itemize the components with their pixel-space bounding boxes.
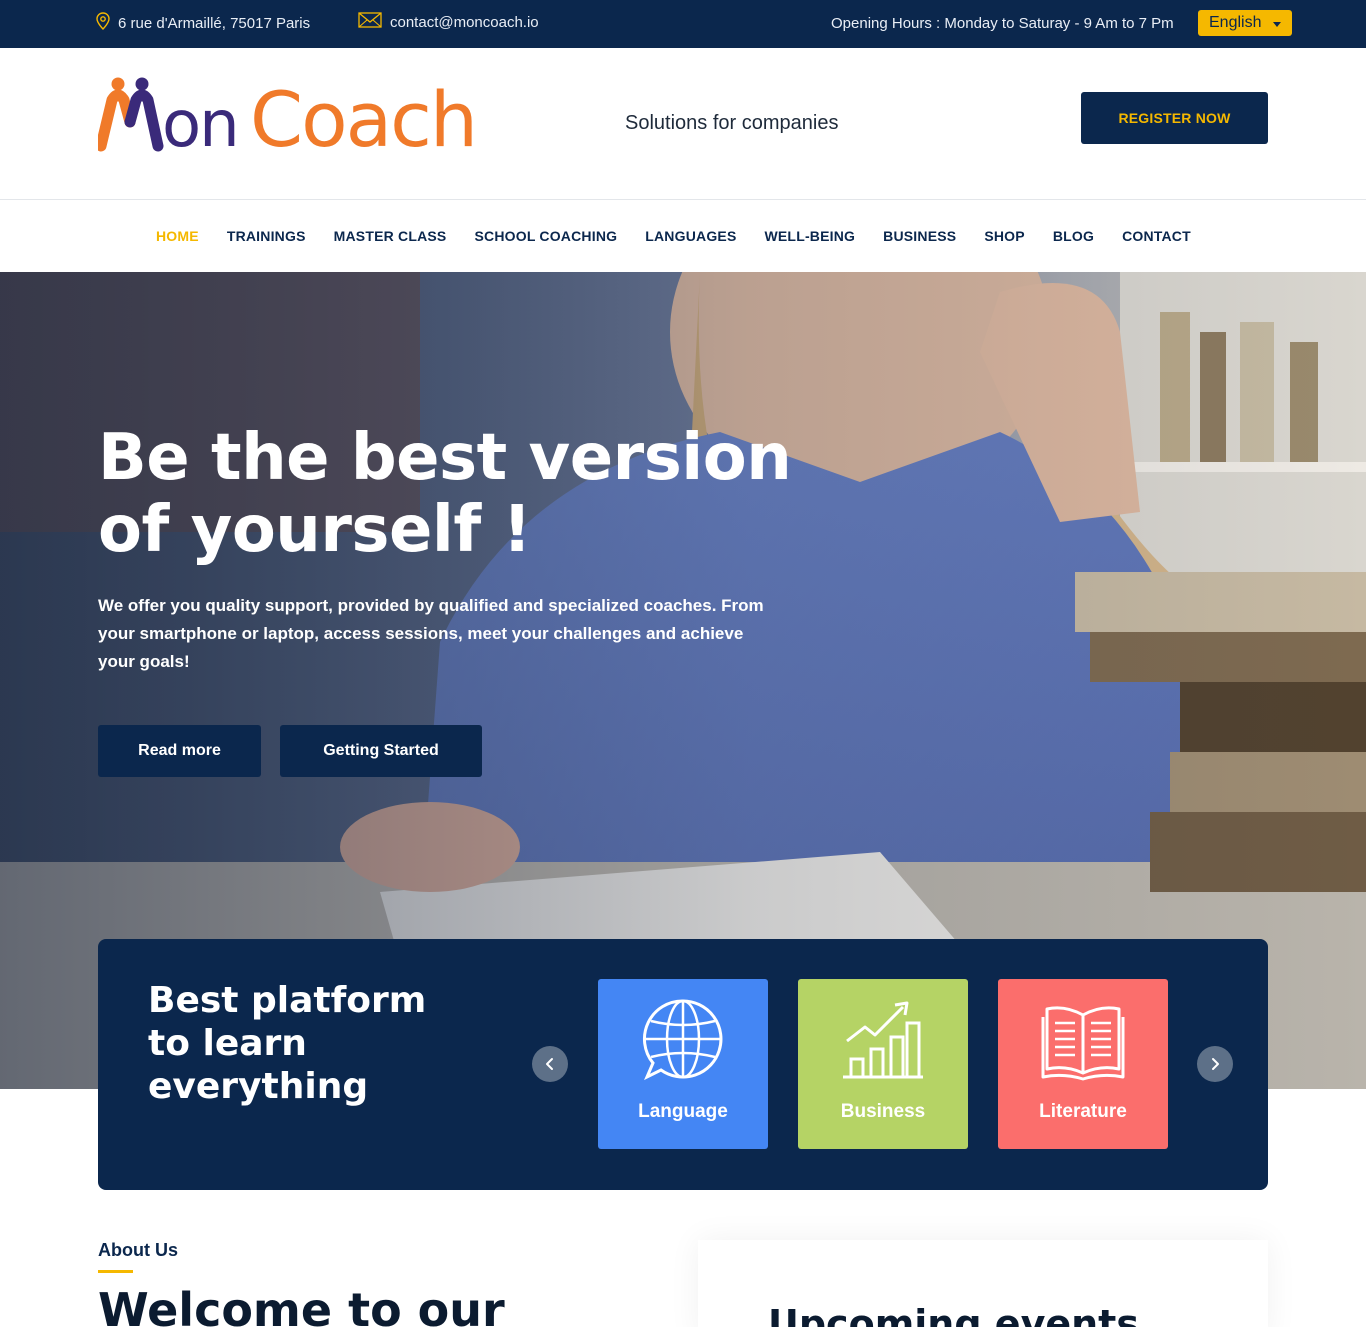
address-info: 6 rue d'Armaillé, 75017 Paris	[96, 12, 310, 34]
platform-panel: Best platform to learn everything Langua…	[98, 939, 1268, 1190]
about-us-label: About Us	[98, 1240, 178, 1260]
email-info[interactable]: contact@moncoach.io	[358, 12, 539, 32]
caret-down-icon	[1273, 21, 1282, 27]
register-now-button[interactable]: REGISTER NOW	[1081, 92, 1268, 144]
globe-chat-icon	[642, 999, 723, 1081]
category-label-business: Business	[840, 1101, 926, 1122]
upcoming-events-heading: Upcoming events	[768, 1302, 1139, 1327]
carousel-next-button[interactable]	[1197, 1046, 1233, 1082]
chevron-right-icon	[1212, 1058, 1219, 1070]
moncoach-logo-image: on Coach	[95, 75, 478, 164]
svg-text:Coach: Coach	[250, 76, 476, 156]
nav-item-languages[interactable]: LANGUAGES	[631, 228, 750, 244]
nav-item-master-class[interactable]: MASTER CLASS	[320, 228, 461, 244]
about-underline	[98, 1270, 133, 1273]
nav-item-school-coaching[interactable]: SCHOOL COACHING	[460, 228, 631, 244]
carousel-prev-button[interactable]	[532, 1046, 568, 1082]
nav-item-contact[interactable]: CONTACT	[1108, 228, 1205, 244]
svg-text:on: on	[162, 88, 238, 156]
open-book-icon	[1041, 1006, 1125, 1081]
nav-item-business[interactable]: BUSINESS	[869, 228, 970, 244]
site-header: on Coach Solutions for companies REGISTE…	[0, 48, 1366, 200]
welcome-heading: Welcome to our	[98, 1283, 505, 1327]
site-logo[interactable]: on Coach	[95, 75, 478, 164]
tagline: Solutions for companies	[625, 112, 839, 134]
language-selected: English	[1209, 14, 1262, 31]
category-card-business[interactable]: Business	[798, 979, 968, 1149]
envelope-icon	[358, 12, 382, 32]
location-pin-icon	[96, 12, 110, 34]
nav-list: HOME TRAININGS MASTER CLASS SCHOOL COACH…	[142, 228, 1205, 244]
language-dropdown[interactable]: English	[1198, 10, 1292, 36]
opening-hours: Opening Hours : Monday to Saturay - 9 Am…	[831, 15, 1174, 32]
upcoming-events-card: Upcoming events	[698, 1240, 1268, 1327]
address-text: 6 rue d'Armaillé, 75017 Paris	[118, 14, 311, 32]
main-nav: HOME TRAININGS MASTER CLASS SCHOOL COACH…	[0, 201, 1366, 272]
category-label-language: Language	[638, 1101, 728, 1122]
top-bar: 6 rue d'Armaillé, 75017 Paris contact@mo…	[0, 0, 1366, 48]
category-card-language[interactable]: Language	[598, 979, 768, 1149]
nav-item-home[interactable]: HOME	[142, 228, 213, 244]
read-more-button[interactable]: Read more	[98, 725, 261, 777]
nav-item-blog[interactable]: BLOG	[1039, 228, 1108, 244]
nav-item-well-being[interactable]: WELL-BEING	[750, 228, 869, 244]
email-link[interactable]: contact@moncoach.io	[390, 14, 539, 31]
chevron-left-icon	[546, 1058, 553, 1070]
nav-item-trainings[interactable]: TRAININGS	[213, 228, 320, 244]
hero-description: We offer you quality support, provided b…	[98, 596, 764, 671]
nav-item-shop[interactable]: SHOP	[970, 228, 1038, 244]
category-label-literature: Literature	[1039, 1101, 1127, 1122]
growth-chart-icon	[843, 1001, 923, 1079]
hero-title: Be the best version of yourself !	[98, 421, 792, 567]
getting-started-button[interactable]: Getting Started	[280, 725, 482, 777]
platform-title: Best platform to learn everything	[148, 980, 427, 1107]
category-card-literature[interactable]: Literature	[998, 979, 1168, 1149]
